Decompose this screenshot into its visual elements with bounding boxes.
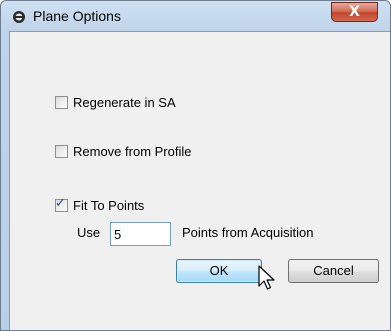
title-bar[interactable]: Plane Options X (1, 1, 390, 31)
cancel-button[interactable]: Cancel (288, 259, 379, 283)
points-count-input[interactable] (110, 222, 171, 246)
use-label: Use (77, 225, 101, 240)
close-button[interactable]: X (331, 2, 378, 22)
points-suffix-label: Points from Acquisition (182, 225, 314, 240)
remove-option[interactable]: Remove from Profile (55, 144, 191, 159)
app-icon (13, 11, 25, 23)
regenerate-checkbox[interactable] (55, 96, 68, 109)
fit-checkbox[interactable]: ✓ (55, 196, 68, 212)
remove-checkbox[interactable] (55, 145, 68, 158)
close-icon: X (349, 4, 360, 20)
regenerate-option[interactable]: Regenerate in SA (55, 95, 176, 110)
fit-label: Fit To Points (73, 198, 145, 213)
window-title: Plane Options (33, 8, 121, 24)
fit-option[interactable]: ✓ Fit To Points (55, 196, 145, 213)
mouse-pointer-icon (258, 265, 275, 290)
ok-button[interactable]: OK (176, 259, 262, 283)
regenerate-label: Regenerate in SA (73, 95, 176, 110)
checkmark-icon: ✓ (55, 196, 66, 211)
remove-label: Remove from Profile (73, 144, 192, 159)
plane-options-dialog: Plane Options X Regenerate in SA Remove … (0, 0, 391, 331)
dialog-body: Regenerate in SA Remove from Profile ✓ F… (9, 31, 390, 330)
